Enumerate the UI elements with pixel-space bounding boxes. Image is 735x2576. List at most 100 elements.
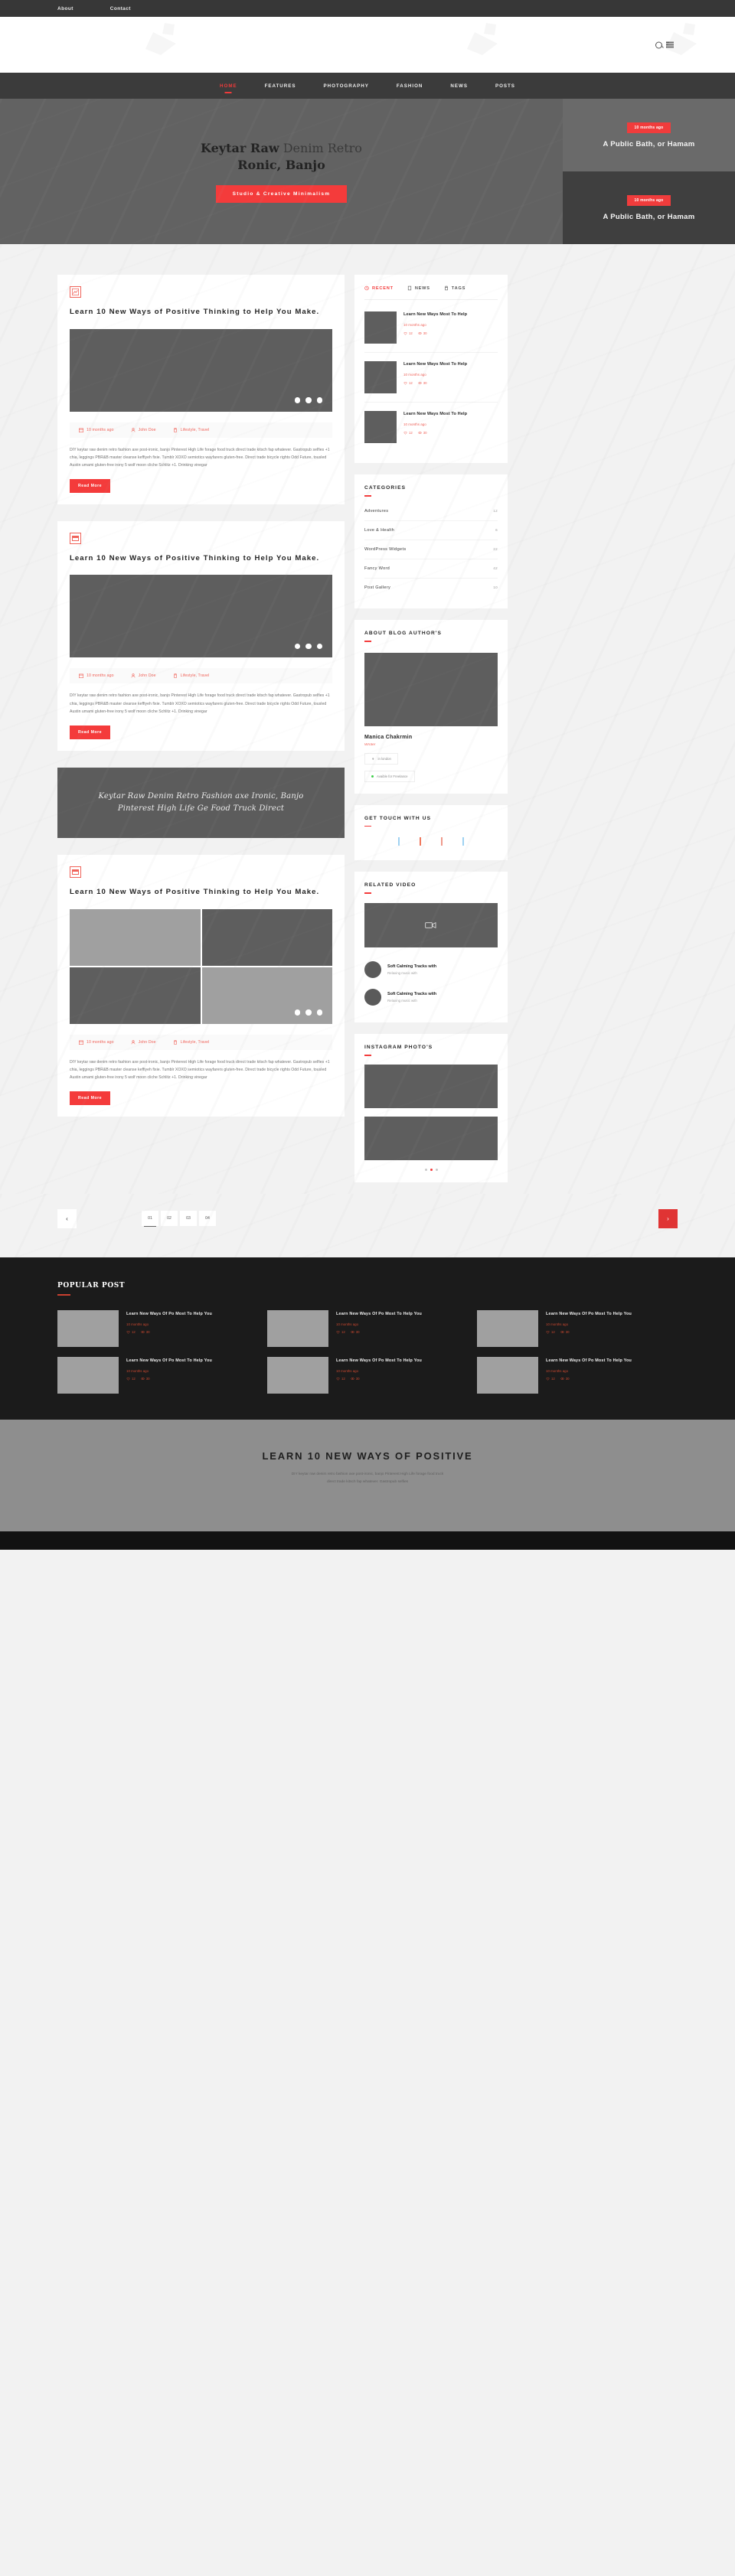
category-row[interactable]: Adventures 12 (364, 502, 498, 521)
quote-text: Keytar Raw Denim Retro Fashion axe Ironi… (98, 791, 304, 813)
popular-post-item[interactable]: Learn New Ways Of Po Most To Help You 10… (57, 1356, 258, 1394)
nav-item-features[interactable]: FEATURES (265, 80, 296, 92)
twitter-icon[interactable] (420, 837, 421, 846)
hero-card-badge: 10 months ago (626, 194, 671, 206)
post-meta: 10 months ago John Doe Lifestyle, Travel (70, 1034, 332, 1050)
post-meta-tags[interactable]: Lifestyle, Travel (173, 428, 210, 432)
popular-post-item[interactable]: Learn New Ways Of Po Most To Help You 10… (477, 1309, 678, 1347)
recent-post-item[interactable]: Learn New Ways Most To Help 10 months ag… (364, 403, 498, 452)
video-list-item[interactable]: Soft Calming Tracks with Relaxing music w… (364, 983, 498, 1011)
read-more-button[interactable]: Read More (70, 1091, 111, 1105)
recent-post-stats: 12 30 (403, 431, 467, 435)
tab-tags[interactable]: TAGS (444, 285, 466, 291)
social-links (364, 827, 498, 849)
news-icon (407, 285, 411, 291)
instagram-photo[interactable] (364, 1116, 498, 1160)
google-plus-icon[interactable] (441, 837, 443, 846)
hero-card-title: A Public Bath, or Hamam (603, 139, 695, 148)
popular-post-stats: 12 30 (126, 1330, 212, 1334)
pagination-next-button[interactable]: › (658, 1208, 678, 1228)
post-meta-author[interactable]: John Doe (131, 428, 156, 432)
popular-post-date: 10 months ago (546, 1322, 569, 1326)
facebook-icon[interactable] (398, 837, 400, 846)
video-list-item[interactable]: Soft Calming Tracks with Relaxing music w… (364, 956, 498, 983)
popular-post-stats: 12 30 (546, 1377, 632, 1381)
post-title[interactable]: Learn 10 New Ways of Positive Thinking t… (70, 886, 332, 899)
heart-icon (403, 331, 407, 335)
widget-title: CATEGORIES (364, 485, 498, 497)
hero-title-light: Denim Retro (279, 141, 362, 156)
nav-item-posts[interactable]: POSTS (495, 80, 515, 92)
category-name: WordPress Widgets (364, 546, 407, 552)
popular-post-thumbnail (57, 1356, 119, 1394)
hamburger-icon[interactable] (666, 41, 674, 48)
video-subtitle: Relaxing music with (387, 971, 417, 976)
tab-recent[interactable]: RECENT (364, 285, 394, 291)
nav-item-news[interactable]: NEWS (450, 80, 468, 92)
topbar-link-about[interactable]: About (57, 6, 74, 11)
post-featured-image (70, 328, 332, 412)
heart-icon (336, 1377, 340, 1381)
footer-text-line2: direct trade kitsch fap whatever. Gastro… (326, 1480, 409, 1485)
pagination-page-01[interactable]: 01 (142, 1211, 158, 1228)
gallery-cell (70, 908, 201, 966)
post-meta-tags[interactable]: Lifestyle, Travel (173, 1040, 210, 1045)
post-title[interactable]: Learn 10 New Ways of Positive Thinking t… (70, 306, 332, 319)
category-row[interactable]: Fancy Word 42 (364, 559, 498, 579)
popular-post-item[interactable]: Learn New Ways Of Po Most To Help You 10… (57, 1309, 258, 1347)
tab-news[interactable]: NEWS (407, 285, 430, 291)
instagram-photo[interactable] (364, 1064, 498, 1108)
view-count: 30 (418, 381, 427, 385)
slider-dots[interactable] (294, 643, 322, 650)
eye-icon (418, 431, 422, 434)
popular-post-heading: POPULAR POST (57, 1282, 678, 1296)
popular-post-stats: 12 30 (336, 1377, 422, 1381)
post-meta-author[interactable]: John Doe (131, 1040, 156, 1045)
post-title[interactable]: Learn 10 New Ways of Positive Thinking t… (70, 553, 332, 566)
popular-post-item[interactable]: Learn New Ways Of Po Most To Help You 10… (477, 1356, 678, 1394)
hero-cta-button[interactable]: Studio & Creative Minimalism (215, 184, 348, 203)
category-row[interactable]: Love & Health 6 (364, 521, 498, 540)
topbar-link-contact[interactable]: Contact (110, 6, 131, 11)
slider-dots[interactable] (294, 1009, 322, 1016)
linkedin-icon[interactable] (462, 837, 464, 846)
category-row[interactable]: Post Gallery 10 (364, 579, 498, 597)
recent-post-thumbnail (364, 361, 397, 393)
pagination-page-02[interactable]: 02 (161, 1211, 178, 1227)
recent-post-thumbnail (364, 411, 397, 443)
nav-item-home[interactable]: HOME (220, 80, 237, 92)
widget-instagram: INSTAGRAM PHOTO'S (354, 1034, 508, 1182)
video-player-thumbnail[interactable] (364, 903, 498, 948)
video-title: Soft Calming Tracks with (387, 964, 437, 970)
recent-post-item[interactable]: Learn New Ways Most To Help 10 months ag… (364, 353, 498, 403)
hero-side-card-1[interactable]: 10 months ago A Public Bath, or Hamam (563, 99, 735, 171)
heart-icon (336, 1330, 340, 1334)
recent-post-item[interactable]: Learn New Ways Most To Help 10 months ag… (364, 303, 498, 353)
heart-icon (403, 381, 407, 385)
instagram-slider-dots[interactable] (364, 1168, 498, 1171)
post-meta-tags[interactable]: Lifestyle, Travel (173, 673, 210, 678)
nav-item-fashion[interactable]: FASHION (397, 80, 423, 92)
popular-post-item[interactable]: Learn New Ways Of Po Most To Help You 10… (267, 1309, 468, 1347)
read-more-button[interactable]: Read More (70, 725, 111, 739)
author-location-text: in london (377, 756, 391, 761)
pagination: ‹ 01 02 03 04 › (0, 1193, 735, 1257)
slider-dots[interactable] (294, 397, 322, 403)
search-icon[interactable] (655, 41, 662, 48)
widget-get-in-touch: GET TOUCH WITH US (354, 804, 508, 861)
hero-side-card-2[interactable]: 10 months ago A Public Bath, or Hamam (563, 171, 735, 244)
main-navigation: HOME FEATURES PHOTOGRAPHY FASHION NEWS P… (0, 73, 735, 99)
post-meta-date: 10 months ago (79, 673, 114, 679)
category-row[interactable]: WordPress Widgets 22 (364, 540, 498, 559)
user-icon (131, 673, 136, 678)
read-more-button[interactable]: Read More (70, 478, 111, 493)
post-meta-author[interactable]: John Doe (131, 673, 156, 678)
popular-post-date: 10 months ago (336, 1368, 359, 1373)
pagination-prev-button[interactable]: ‹ (57, 1208, 77, 1228)
nav-item-photography[interactable]: PHOTOGRAPHY (324, 80, 369, 92)
author-name: Manica Chakrmin (364, 734, 413, 740)
category-name: Love & Health (364, 527, 395, 533)
pagination-page-03[interactable]: 03 (180, 1211, 197, 1227)
popular-post-item[interactable]: Learn New Ways Of Po Most To Help You 10… (267, 1356, 468, 1394)
pagination-page-04[interactable]: 04 (199, 1211, 216, 1227)
